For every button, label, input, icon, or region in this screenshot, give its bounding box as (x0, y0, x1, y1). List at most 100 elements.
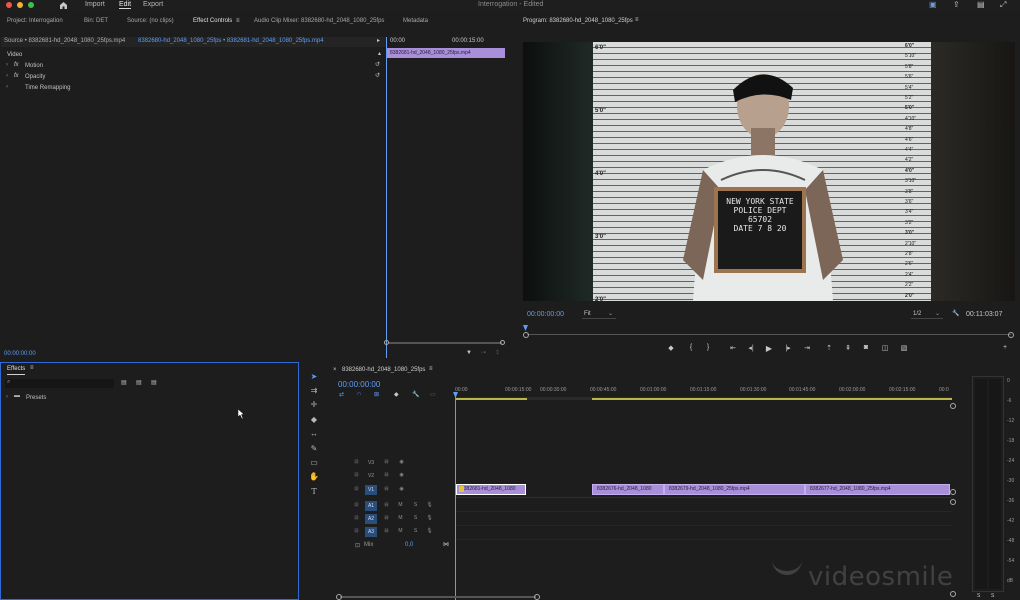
expand-opacity-icon[interactable]: › (6, 73, 8, 79)
scrub-handle-right[interactable] (1008, 332, 1014, 338)
zoom-window-button[interactable] (28, 2, 34, 8)
track-target-v2[interactable]: V2 (365, 471, 377, 481)
wrench-icon[interactable]: 🔧 (952, 310, 959, 317)
v-scroll-handle[interactable] (950, 489, 956, 495)
snap-icon[interactable]: ∩ (357, 391, 361, 397)
timeline-timecode[interactable]: 00:00:00:00 (338, 380, 380, 389)
32bit-effects-icon[interactable]: ▤ (136, 379, 142, 386)
wrench-icon[interactable]: 🔧 (412, 391, 419, 398)
accelerated-effects-icon[interactable]: ▤ (121, 379, 127, 386)
track-lock-icon[interactable]: ⊡ (352, 458, 361, 467)
sync-lock-icon[interactable]: ⊟ (382, 501, 391, 510)
sync-lock-icon[interactable]: ⊟ (382, 485, 391, 494)
eye-icon[interactable]: ◉ (397, 471, 406, 480)
lift-icon[interactable]: ⇡ (824, 344, 834, 352)
linked-selection-icon[interactable]: ⊠ (374, 391, 379, 398)
track-select-tool-icon[interactable]: ⇉ (308, 385, 320, 397)
play-button[interactable]: ▶ (764, 344, 774, 353)
track-lock-icon[interactable]: ⊡ (352, 471, 361, 480)
type-tool-icon[interactable]: T (308, 486, 320, 498)
mix-collapse-icon[interactable]: ⋈ (443, 541, 449, 548)
solo-left-button[interactable]: S (977, 593, 980, 599)
sync-lock-icon[interactable]: ⊟ (382, 458, 391, 467)
voice-over-record-icon[interactable]: 🎙 (425, 514, 434, 523)
proxy-toggle-icon[interactable]: ▧ (899, 344, 909, 352)
tab-effect-controls[interactable]: Effect Controls (193, 18, 232, 24)
ripple-edit-tool-icon[interactable]: ✛ (308, 399, 320, 411)
close-sequence-icon[interactable]: × (333, 367, 337, 373)
effects-search-input[interactable]: ⌕ (5, 379, 114, 388)
share-icon[interactable]: ⇪ (953, 0, 960, 9)
program-video-frame[interactable]: 6'0" 5'0" 4'0" 3'0" 2'0" 6'0" 5'10" 5'8" 5'6" 5'… (523, 42, 1015, 301)
menu-edit[interactable]: Edit (119, 1, 132, 9)
selection-tool-icon[interactable]: ➤ (308, 371, 320, 383)
program-scrub-bar[interactable] (527, 334, 1011, 335)
solo-button[interactable]: S (411, 514, 420, 523)
ec-clip-bar[interactable]: 8382681-hd_2048_1080_25fps.mp4 (387, 48, 505, 58)
mark-in-icon[interactable]: { (686, 344, 696, 351)
timeline-clip-selected[interactable]: 8382681-hd_2048_1080 (456, 484, 526, 495)
razor-tool-icon[interactable]: ◆ (308, 414, 320, 426)
program-menu-icon[interactable]: ≡ (635, 17, 639, 23)
h-scroll-handle-left[interactable] (336, 594, 342, 600)
yuv-effects-icon[interactable]: ▤ (151, 379, 157, 386)
program-playhead[interactable] (523, 325, 528, 331)
export-frame-icon[interactable]: ⇪ (495, 349, 500, 356)
export-frame-icon[interactable]: ◙ (861, 344, 871, 351)
panel-menu-icon[interactable]: ≡ (236, 18, 240, 24)
tab-bin[interactable]: Bin: DET (84, 18, 108, 24)
mix-value[interactable]: 0,0 (405, 542, 413, 548)
menu-import[interactable]: Import (85, 1, 105, 8)
ripple-icon[interactable]: ⇢ (481, 349, 486, 356)
timeline-clip[interactable]: 8382679-hd_2048_1080_25fps.mp4 (664, 484, 805, 495)
lock-icon[interactable]: ⊡ (355, 542, 360, 549)
fullscreen-icon[interactable]: ⤢ (1000, 0, 1006, 10)
sequence-tab[interactable]: 8382680-hd_2048_1080_25fps (342, 367, 425, 373)
ec-scrollbar[interactable] (388, 342, 502, 344)
presets-folder[interactable]: Presets (26, 395, 46, 401)
step-forward-icon[interactable]: |▸ (783, 344, 793, 352)
eye-icon[interactable]: ◉ (397, 485, 406, 494)
h-scroll-handle-right[interactable] (534, 594, 540, 600)
menu-export[interactable]: Export (143, 1, 163, 8)
nest-icon[interactable]: ⇄ (339, 391, 344, 398)
reset-motion-icon[interactable]: ↺ (375, 61, 380, 68)
mark-out-icon[interactable]: } (703, 344, 713, 351)
track-target-v1[interactable]: V1 (365, 485, 377, 495)
play-toggle-icon[interactable]: ▸ (377, 37, 380, 44)
eye-icon[interactable]: ◉ (397, 458, 406, 467)
program-timecode[interactable]: 00:00:00:00 (527, 311, 564, 318)
track-lock-icon[interactable]: ⊡ (352, 485, 361, 494)
track-target-a2[interactable]: A2 (365, 514, 377, 524)
tab-metadata[interactable]: Metadata (403, 18, 428, 24)
pen-tool-icon[interactable]: ✎ (308, 443, 320, 455)
tab-source[interactable]: Source: (no clips) (127, 18, 174, 24)
expand-time-remapping-icon[interactable]: › (6, 84, 8, 90)
track-target-a3[interactable]: A3 (365, 527, 377, 537)
section-collapse-icon[interactable]: ▴ (378, 50, 381, 57)
notifications-icon[interactable]: ▤ (977, 0, 985, 9)
comparison-view-icon[interactable]: ◫ (880, 344, 890, 352)
mute-button[interactable]: M (396, 501, 405, 510)
tab-project[interactable]: Project: Interrogation (7, 18, 63, 24)
voice-over-record-icon[interactable]: 🎙 (425, 501, 434, 510)
slip-tool-icon[interactable]: ↔ (308, 428, 320, 440)
solo-right-button[interactable]: S (991, 593, 994, 599)
home-icon[interactable] (59, 1, 68, 9)
timeline-playhead-line[interactable] (455, 397, 456, 600)
add-button-icon[interactable]: + (1000, 344, 1010, 351)
ec-timecode[interactable]: 00:00:00:00 (4, 351, 36, 357)
go-to-in-icon[interactable]: ⇤ (728, 344, 738, 352)
effects-menu-icon[interactable]: ≡ (30, 365, 34, 371)
ec-playhead[interactable] (386, 37, 387, 358)
program-monitor-title[interactable]: Program: 8382680-hd_2048_1080_25fps (523, 18, 633, 24)
expand-motion-icon[interactable]: › (6, 62, 8, 68)
solo-button[interactable]: S (411, 527, 420, 536)
ec-zoom-handle-left[interactable] (384, 340, 389, 345)
track-lock-icon[interactable]: ⊡ (352, 514, 361, 523)
effect-motion[interactable]: Motion (25, 63, 43, 69)
sync-lock-icon[interactable]: ⊟ (382, 471, 391, 480)
ec-zoom-handle-right[interactable] (500, 340, 505, 345)
timeline-horizontal-scrollbar[interactable] (340, 596, 536, 598)
reset-opacity-icon[interactable]: ↺ (375, 72, 380, 79)
